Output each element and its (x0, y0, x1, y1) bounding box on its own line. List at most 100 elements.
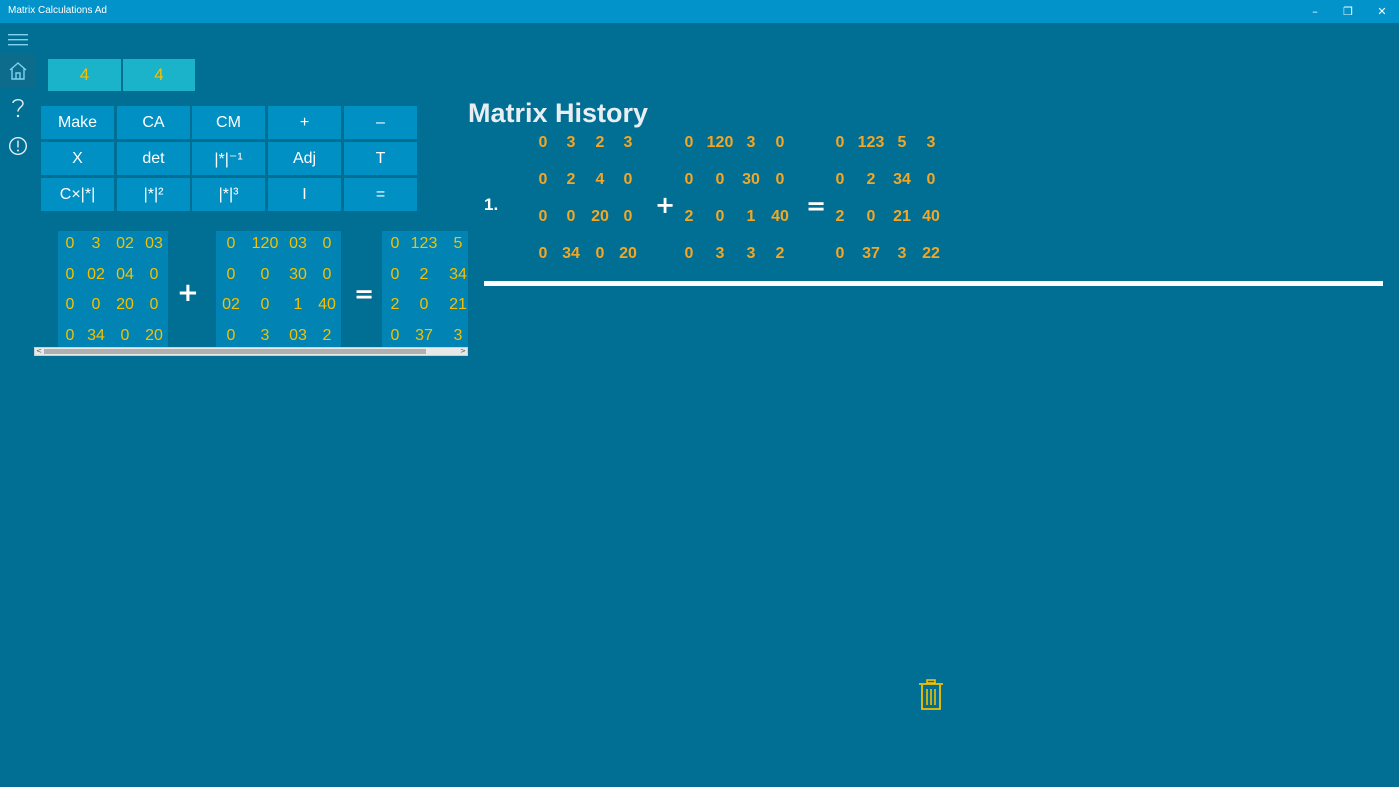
matrix-cell[interactable]: 0 (82, 296, 110, 314)
matrix-cell[interactable]: 03 (140, 235, 168, 253)
minimize-button[interactable]: – (1298, 0, 1332, 23)
history-title: Matrix History (468, 98, 649, 128)
matrix-cell[interactable]: 34 (443, 266, 473, 284)
hamburger-menu-button[interactable] (0, 23, 35, 57)
equals-button[interactable]: = (344, 178, 417, 211)
matrix-cell: 3 (715, 245, 725, 262)
adjoint-button[interactable]: Adj (268, 142, 341, 175)
clear-matrix-button[interactable]: CM (192, 106, 265, 139)
matrix-cell[interactable]: 0 (214, 266, 248, 284)
matrix-cell[interactable]: 3 (82, 235, 110, 253)
matrix-cell: 20 (619, 245, 637, 262)
matrix-cell[interactable]: 34 (82, 327, 110, 345)
matrix-cell[interactable]: 37 (409, 327, 439, 345)
scrollbar-thumb[interactable] (44, 349, 426, 354)
multiply-button[interactable]: X (41, 142, 114, 175)
hamburger-menu-icon (7, 34, 28, 46)
matrix-cell: 40 (922, 208, 940, 225)
matrix-cell[interactable]: 02 (111, 235, 139, 253)
trash-icon (919, 679, 943, 710)
matrix-cell: 2 (866, 171, 876, 188)
info-icon (8, 136, 27, 156)
matrix-cell[interactable]: 0 (310, 266, 344, 284)
matrix-cell[interactable]: 120 (248, 235, 282, 253)
matrix-cell: 22 (922, 245, 940, 262)
matrix-cell[interactable]: 0 (140, 296, 168, 314)
matrix-cell[interactable]: 0 (409, 296, 439, 314)
cols-input[interactable]: 4 (123, 59, 195, 91)
nav-info-button[interactable] (0, 129, 35, 163)
matrix-cell[interactable]: 0 (310, 235, 344, 253)
nav-help-button[interactable] (0, 91, 35, 125)
matrix-cell[interactable]: 0 (111, 327, 139, 345)
determinant-button[interactable]: det (117, 142, 190, 175)
inverse-button[interactable]: |*|⁻¹ (192, 142, 265, 175)
matrix-cell[interactable]: 21 (443, 296, 473, 314)
matrix-cell[interactable]: 0 (248, 296, 282, 314)
scroll-right-icon[interactable]: > (460, 347, 466, 355)
matrix-cell[interactable]: 3 (248, 327, 282, 345)
matrix-cell: 0 (835, 134, 845, 151)
matrix-cell[interactable]: 0 (140, 266, 168, 284)
matrix-cell[interactable]: 0 (380, 327, 410, 345)
transpose-button[interactable]: T (344, 142, 417, 175)
delete-history-button[interactable] (917, 679, 945, 711)
matrix-cell[interactable]: 20 (140, 327, 168, 345)
matrix-cell[interactable]: 02 (82, 266, 110, 284)
home-icon (9, 62, 26, 80)
matrix-cell: 2 (566, 171, 576, 188)
matrix-cell[interactable]: 0 (56, 235, 84, 253)
matrix-cell: 0 (684, 171, 694, 188)
title-bar: Matrix Calculations Ad – ❐ ✕ (0, 0, 1399, 23)
workspace-scrollbar[interactable]: < > (34, 347, 468, 356)
matrix-cell[interactable]: 04 (111, 266, 139, 284)
scroll-left-icon[interactable]: < (36, 347, 42, 355)
matrix-cell: 3 (926, 134, 936, 151)
matrix-cell: 120 (706, 134, 734, 151)
help-icon (11, 98, 24, 118)
nav-home-button[interactable] (0, 54, 35, 88)
identity-button[interactable]: I (268, 178, 341, 211)
matrix-cell[interactable]: 0 (380, 266, 410, 284)
matrix-cell[interactable]: 0 (214, 235, 248, 253)
restore-button[interactable]: ❐ (1331, 0, 1365, 23)
matrix-cell[interactable]: 0 (380, 235, 410, 253)
workspace-equals: = (354, 280, 375, 308)
make-button[interactable]: Make (41, 106, 114, 139)
matrix-cell: 34 (562, 245, 580, 262)
square-button[interactable]: |*|² (117, 178, 190, 211)
matrix-cell[interactable]: 0 (248, 266, 282, 284)
add-button[interactable]: + (268, 106, 341, 139)
matrix-cell: 0 (684, 245, 694, 262)
subtract-button[interactable]: – (344, 106, 417, 139)
matrix-a: 0 3 02 03 0 02 04 0 0 0 20 0 0 34 0 20 (58, 231, 168, 347)
matrix-cell[interactable]: 3 (443, 327, 473, 345)
matrix-cell[interactable]: 02 (214, 296, 248, 314)
matrix-cell: 0 (566, 208, 576, 225)
matrix-cell[interactable]: 5 (443, 235, 473, 253)
matrix-cell: 0 (595, 245, 605, 262)
clear-all-button[interactable]: CA (117, 106, 190, 139)
matrix-cell[interactable]: 0 (56, 296, 84, 314)
matrix-result: 0 123 5 0 2 34 2 0 21 0 37 3 (382, 231, 468, 347)
history-entry-index: 1. (484, 195, 499, 214)
close-button[interactable]: ✕ (1365, 0, 1399, 23)
matrix-cell: 37 (862, 245, 880, 262)
scalar-multiply-button[interactable]: C×|*| (41, 178, 114, 211)
matrix-cell[interactable]: 2 (380, 296, 410, 314)
matrix-cell[interactable]: 2 (409, 266, 439, 284)
matrix-cell[interactable]: 0 (214, 327, 248, 345)
matrix-cell[interactable]: 0 (56, 266, 84, 284)
cube-button[interactable]: |*|³ (192, 178, 265, 211)
matrix-cell[interactable]: 123 (409, 235, 439, 253)
matrix-cell: 3 (623, 134, 633, 151)
matrix-cell: 0 (538, 171, 548, 188)
left-nav (0, 23, 35, 787)
matrix-cell[interactable]: 0 (56, 327, 84, 345)
rows-input[interactable]: 4 (48, 59, 121, 91)
matrix-cell[interactable]: 40 (310, 296, 344, 314)
matrix-cell: 0 (715, 208, 725, 225)
matrix-cell: 0 (684, 134, 694, 151)
matrix-cell[interactable]: 2 (310, 327, 344, 345)
matrix-cell[interactable]: 20 (111, 296, 139, 314)
